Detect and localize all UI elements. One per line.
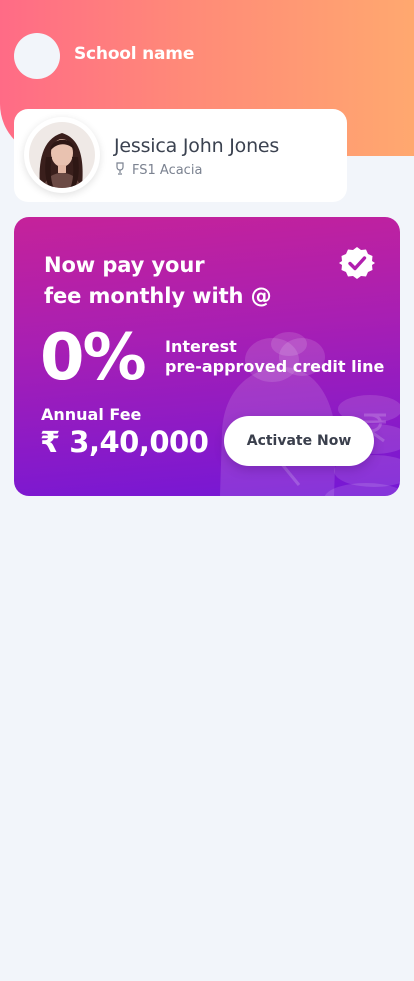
student-name: Jessica John Jones xyxy=(114,135,280,157)
school-logo[interactable] xyxy=(14,33,60,79)
interest-label: Interest xyxy=(165,337,237,356)
promo-card[interactable]: Now pay your fee monthly with @ 0% Inter… xyxy=(14,217,400,496)
student-card[interactable]: Jessica John Jones FS1 Acacia xyxy=(14,109,347,202)
credit-line-label: pre-approved credit line xyxy=(165,357,385,376)
annual-fee-amount: ₹ 3,40,000 xyxy=(40,425,209,459)
activate-now-button[interactable]: Activate Now xyxy=(224,416,374,466)
student-class: FS1 Acacia xyxy=(114,162,202,179)
class-label: FS1 Acacia xyxy=(132,163,203,178)
school-name: School name xyxy=(74,44,195,64)
verified-check-icon xyxy=(339,247,375,279)
headline-line-1: Now pay your xyxy=(44,253,205,277)
promo-headline: Now pay your fee monthly with @ xyxy=(44,250,272,312)
interest-description: Interest pre-approved credit line xyxy=(165,337,384,377)
annual-fee-label: Annual Fee xyxy=(41,405,142,424)
interest-rate: 0% xyxy=(40,321,147,395)
student-avatar xyxy=(24,117,100,193)
trophy-icon xyxy=(114,162,126,179)
headline-line-2: fee monthly with @ xyxy=(44,284,272,308)
